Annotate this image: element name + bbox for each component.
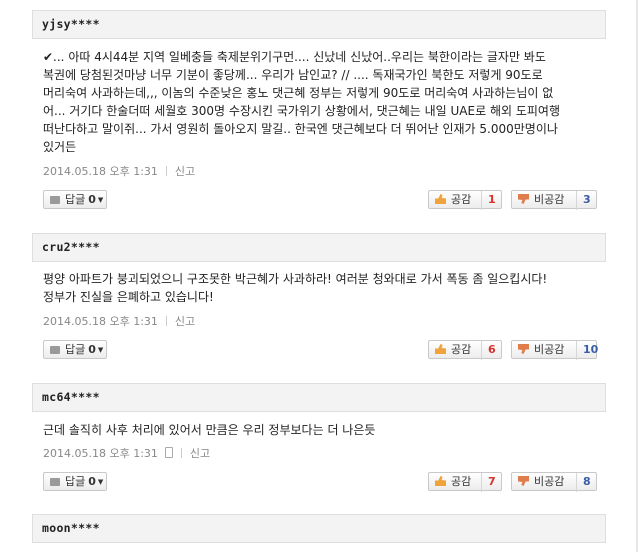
reply-label: 답글 (65, 193, 86, 206)
caret-down-icon: ▼ (97, 196, 104, 204)
dislike-label: 비공감 (534, 343, 565, 356)
comment-meta: 2014.05.18 오후 1:31 신고 (43, 445, 210, 461)
comment-line: 평양 아파트가 붕괴되었으니 구조못한 박근혜가 사과하라! 여러분 청와대로 … (43, 272, 548, 286)
thumbs-down-icon (518, 194, 529, 204)
comment-header: yjsy**** (32, 10, 606, 39)
report-link[interactable]: 신고 (175, 165, 195, 178)
report-link[interactable]: 신고 (190, 447, 210, 460)
comment-line: 복권에 당첨된것마냥 너무 기분이 좋당께... 우리가 남인교? // ...… (43, 68, 543, 82)
reply-label: 답글 (65, 343, 86, 356)
comment-line: 있거든 (43, 140, 77, 154)
comment-text: 근데 솔직히 사후 처리에 있어서 만큼은 우리 정부보다는 더 나은듯 (43, 421, 603, 439)
comment-line: 근데 솔직히 사후 처리에 있어서 만큼은 우리 정부보다는 더 나은듯 (43, 423, 376, 437)
comment-line: 떠난다하고 말이쥐... 가서 영원히 돌아오지 말길.. 한국엔 댓근혜보다 … (43, 122, 558, 136)
caret-down-icon: ▼ (97, 478, 104, 486)
like-button[interactable]: 공감 7 (428, 472, 502, 492)
reply-count: 0 (88, 193, 96, 206)
thumbs-up-icon (435, 194, 446, 204)
caret-down-icon: ▼ (97, 346, 104, 354)
dislike-button[interactable]: 비공감 8 (511, 472, 597, 492)
comment-meta: 2014.05.18 오후 1:31 신고 (43, 313, 195, 329)
comment-username[interactable]: cru2**** (42, 240, 100, 254)
comment-date: 2014.05.18 오후 1:31 (43, 315, 158, 328)
reply-button[interactable]: 답글 0 ▼ (43, 190, 107, 209)
like-label: 공감 (451, 343, 472, 356)
comment-line: 정부가 진실을 은폐하고 있습니다! (43, 290, 214, 304)
comment-username[interactable]: moon**** (42, 521, 100, 535)
dislike-count: 10 (576, 341, 598, 360)
divider (180, 448, 182, 458)
report-link[interactable]: 신고 (175, 315, 195, 328)
speech-bubble-icon (50, 478, 60, 486)
like-label: 공감 (451, 193, 472, 206)
dislike-label: 비공감 (534, 475, 565, 488)
dislike-count: 8 (576, 473, 591, 492)
dislike-button[interactable]: 비공감 3 (511, 190, 597, 210)
comment-item: cru2**** 평양 아파트가 붕괴되었으니 구조못한 박근혜가 사과하라! … (32, 233, 606, 365)
comment-username[interactable]: mc64**** (42, 390, 100, 404)
comment-line: 어... 거기다 한술더떠 세월호 300명 수장시킨 국가위기 상황에서, 댓… (43, 104, 560, 118)
comment-line: ✔... 아따 4시44분 지역 일베충들 축제분위기구먼.... 신났네 신났… (43, 50, 546, 64)
reply-label: 답글 (65, 475, 86, 488)
reply-count: 0 (88, 343, 96, 356)
dislike-count: 3 (576, 191, 591, 210)
comment-meta: 2014.05.18 오후 1:31 신고 (43, 163, 195, 179)
reply-button[interactable]: 답글 0 ▼ (43, 340, 107, 359)
comment-item: mc64**** 근데 솔직히 사후 처리에 있어서 만큼은 우리 정부보다는 … (32, 383, 606, 498)
like-button[interactable]: 공감 6 (428, 340, 502, 360)
comment-date: 2014.05.18 오후 1:31 (43, 447, 158, 460)
comment-text: ✔... 아따 4시44분 지역 일베충들 축제분위기구먼.... 신났네 신났… (43, 48, 603, 156)
thumbs-up-icon (435, 344, 446, 354)
comment-text: 평양 아파트가 붕괴되었으니 구조못한 박근혜가 사과하라! 여러분 청와대로 … (43, 270, 603, 306)
like-label: 공감 (451, 475, 472, 488)
comment-header: cru2**** (32, 233, 606, 262)
like-count: 7 (481, 473, 496, 492)
comment-date: 2014.05.18 오후 1:31 (43, 165, 158, 178)
comment-item: yjsy**** ✔... 아따 4시44분 지역 일베충들 축제분위기구먼..… (32, 10, 606, 215)
thumbs-down-icon (518, 344, 529, 354)
thumbs-up-icon (435, 476, 446, 486)
divider (165, 316, 167, 326)
dislike-label: 비공감 (534, 193, 565, 206)
comment-username[interactable]: yjsy**** (42, 17, 100, 31)
comment-header: moon**** (32, 514, 606, 543)
speech-bubble-icon (50, 196, 60, 204)
like-count: 1 (481, 191, 496, 210)
reply-button[interactable]: 답글 0 ▼ (43, 472, 107, 491)
comment-item: moon**** (32, 514, 606, 552)
reply-count: 0 (88, 475, 96, 488)
like-count: 6 (481, 341, 496, 360)
divider (165, 166, 167, 176)
like-button[interactable]: 공감 1 (428, 190, 502, 210)
thumbs-down-icon (518, 476, 529, 486)
comment-header: mc64**** (32, 383, 606, 412)
comment-line: 머리숙여 사과하는데,,, 이놈의 수준낮은 홍노 댓근혜 정부는 저렇게 90… (43, 86, 554, 100)
speech-bubble-icon (50, 346, 60, 354)
dislike-button[interactable]: 비공감 10 (511, 340, 598, 360)
mobile-icon (164, 447, 173, 458)
